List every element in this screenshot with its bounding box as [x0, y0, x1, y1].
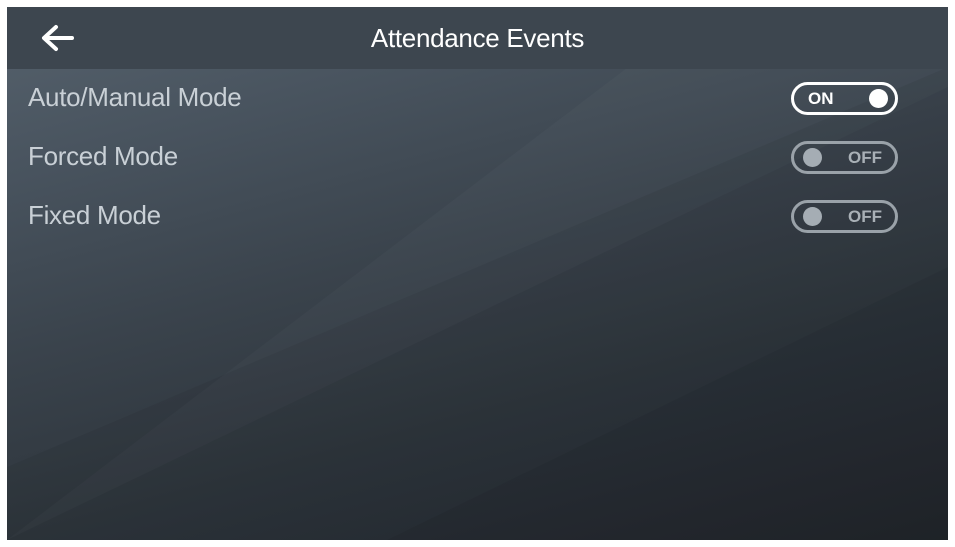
auto-manual-mode-toggle[interactable]: ON — [791, 82, 898, 115]
toggle-knob — [803, 207, 822, 226]
toggle-knob — [869, 89, 888, 108]
toggle-state-text: OFF — [848, 207, 882, 226]
toggle-state-text: OFF — [848, 148, 882, 167]
fixed-mode-toggle[interactable]: OFF — [791, 200, 898, 233]
page-title: Attendance Events — [370, 23, 585, 53]
setting-row-auto-manual-mode: Auto/Manual Mode ON — [7, 69, 948, 128]
toggle-state-text: ON — [808, 89, 834, 108]
forced-mode-toggle[interactable]: OFF — [791, 141, 898, 174]
header-bar: Attendance Events — [7, 7, 948, 69]
setting-row-forced-mode: Forced Mode OFF — [7, 128, 948, 187]
setting-label: Forced Mode — [28, 141, 178, 171]
toggle-knob — [803, 148, 822, 167]
setting-label: Auto/Manual Mode — [28, 82, 242, 112]
device-screen: Attendance Events Auto/Manual Mode ON Fo… — [7, 7, 948, 540]
settings-list: Auto/Manual Mode ON Forced Mode OFF Fixe… — [7, 69, 948, 246]
setting-label: Fixed Mode — [28, 200, 161, 230]
setting-row-fixed-mode: Fixed Mode OFF — [7, 187, 948, 246]
